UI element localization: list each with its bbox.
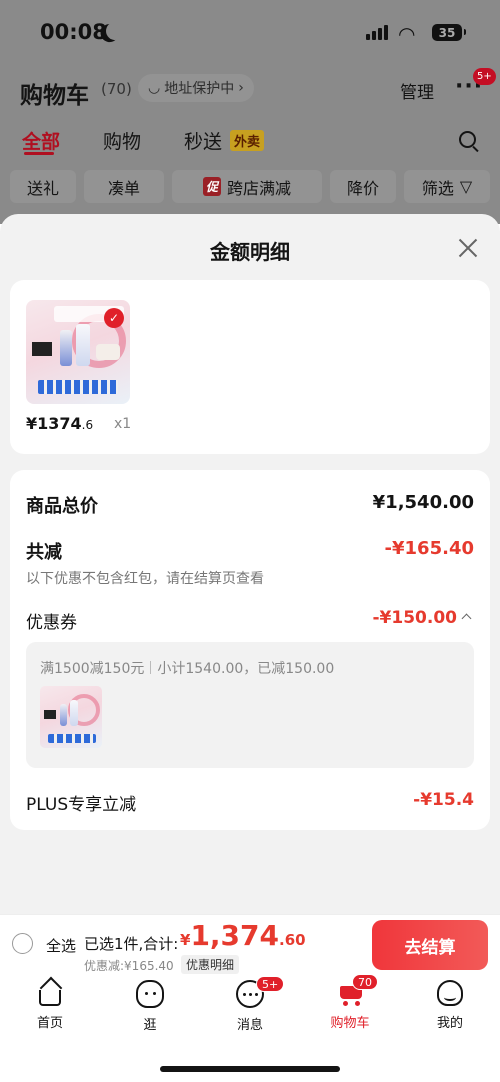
coupon-toggle[interactable]: -¥150.00: [372, 608, 472, 628]
nav-home[interactable]: 首页: [10, 980, 90, 1031]
nav-label: 首页: [36, 1016, 63, 1031]
total-dec: .60: [279, 931, 306, 949]
total-label: 商品总价: [26, 496, 98, 517]
plus-label: PLUS专享立减: [26, 795, 137, 815]
search-icon[interactable]: [459, 131, 476, 148]
close-icon[interactable]: [456, 236, 480, 260]
chip-label: 降价: [346, 178, 379, 198]
nav-cart[interactable]: 70 购物车: [310, 974, 390, 1031]
cart-icon: 70: [336, 974, 378, 1006]
product-image[interactable]: ✓: [26, 300, 130, 404]
plus-value: -¥15.4: [413, 790, 474, 810]
discount-note: 以下优惠不包含红包，请在结算页查看: [26, 571, 264, 587]
total-currency: ¥: [180, 931, 191, 949]
total-int: 1,374: [190, 919, 280, 952]
battery-icon: 35: [432, 24, 466, 41]
chip-label: 跨店满减: [227, 178, 292, 198]
more-badge: 5+: [473, 68, 496, 85]
messages-badge: 5+: [256, 976, 285, 992]
cart-badge: 70: [352, 974, 378, 990]
tab-instant-delivery[interactable]: 秒送: [184, 127, 222, 154]
nav-label: 我的: [436, 1016, 463, 1031]
message-icon: 5+: [236, 976, 285, 1008]
nav-label: 消息: [236, 1018, 263, 1033]
product-quantity: x1: [114, 416, 132, 432]
moon-icon: [105, 21, 126, 42]
status-bar: 00:08 ◠ 35: [0, 0, 500, 64]
nav-label: 逛: [143, 1018, 157, 1033]
filter-chips: 送礼 凑单 促 跨店满减 降价 筛选 ▽: [10, 170, 490, 203]
coupon-value: -¥150.00: [372, 608, 458, 628]
total-amount: ¥1,374.60: [180, 919, 306, 952]
shield-icon: ◡: [148, 80, 161, 96]
chip-filter[interactable]: 筛选 ▽: [404, 170, 490, 203]
discount-label: 共减: [26, 542, 62, 563]
home-indicator: [160, 1066, 340, 1072]
cart-count: (70): [101, 80, 132, 98]
tab-shopping[interactable]: 购物: [103, 127, 141, 154]
tab-all[interactable]: 全部: [22, 127, 60, 154]
product-card: ✓ ¥1374.6 x1: [10, 280, 490, 454]
chip-cross-store-discount[interactable]: 促 跨店满减: [172, 170, 322, 203]
discount-summary: 优惠减:¥165.40: [84, 959, 174, 973]
chip-add-on[interactable]: 凑单: [84, 170, 164, 203]
browse-icon: [136, 980, 164, 1008]
profile-icon: [437, 980, 463, 1006]
nav-me[interactable]: 我的: [410, 980, 490, 1031]
chip-price-drop[interactable]: 降价: [330, 170, 396, 203]
check-icon: ✓: [104, 308, 124, 328]
sheet-title: 金额明细: [210, 240, 290, 264]
cart-header-dimmed: 购物车 (70) ◡ 地址保护中 › 管理 ··· 5+ 全部 购物 秒送 外卖…: [0, 64, 500, 224]
summary-card: 商品总价 ¥1,540.00 共减 -¥165.40 以下优惠不包含红包，请在结…: [10, 470, 490, 830]
chip-label: 筛选: [421, 178, 454, 198]
bottom-nav: 首页 逛 5+ 消息 70 购物车 我的: [0, 974, 500, 1082]
select-all-radio[interactable]: [12, 933, 33, 954]
coupon-detail-box: 满1500减150元 小计1540.00，已减150.00: [26, 642, 474, 768]
chevron-up-icon: [461, 613, 472, 624]
chip-gift[interactable]: 送礼: [10, 170, 76, 203]
coupon-product-image: [40, 686, 102, 748]
wifi-icon: ◠: [398, 22, 416, 46]
product-price-dec: .6: [81, 418, 94, 432]
address-protection-pill[interactable]: ◡ 地址保护中 ›: [138, 74, 254, 102]
tab-active-underline: [24, 152, 54, 155]
home-icon: [39, 990, 61, 1006]
address-protection-label: 地址保护中: [164, 81, 235, 97]
selected-count: 已选1件,合计:: [84, 935, 179, 953]
total-value: ¥1,540.00: [372, 492, 474, 513]
discount-detail-button[interactable]: 优惠明细: [181, 955, 240, 974]
coupon-text: 满1500减150元 小计1540.00，已减150.00: [40, 658, 334, 678]
nav-label: 购物车: [330, 1016, 370, 1031]
chip-label: 送礼: [26, 178, 59, 198]
product-price-int: ¥1374: [26, 414, 82, 433]
checkout-bar: 全选 已选1件,合计: ¥1,374.60 优惠减:¥165.40 优惠明细 去…: [0, 914, 500, 974]
discount-value: -¥165.40: [384, 538, 474, 559]
manage-button[interactable]: 管理: [400, 78, 434, 103]
checkout-button[interactable]: 去结算: [372, 920, 488, 970]
nav-browse[interactable]: 逛: [110, 980, 190, 1033]
product-price: ¥1374.6: [26, 414, 93, 433]
select-all-label[interactable]: 全选: [46, 935, 76, 956]
coupon-rule: 满1500减150元: [40, 661, 145, 677]
filter-icon: ▽: [459, 177, 473, 196]
cellular-signal-icon: [366, 25, 388, 40]
promo-badge: 促: [202, 177, 221, 196]
waimai-badge: 外卖: [230, 130, 265, 151]
nav-messages[interactable]: 5+ 消息: [210, 976, 290, 1033]
status-time: 00:08: [40, 20, 107, 44]
amount-detail-sheet: 金额明细 ✓ ¥1374.6 x1 商品总价 ¥1,540.00 共减 -¥16…: [0, 214, 500, 914]
coupon-detail: 小计1540.00，已减150.00: [157, 661, 335, 677]
coupon-label: 优惠券: [26, 613, 77, 633]
page-title: 购物车: [20, 83, 89, 109]
chip-label: 凑单: [107, 178, 140, 198]
chevron-right-icon: ›: [238, 80, 244, 96]
